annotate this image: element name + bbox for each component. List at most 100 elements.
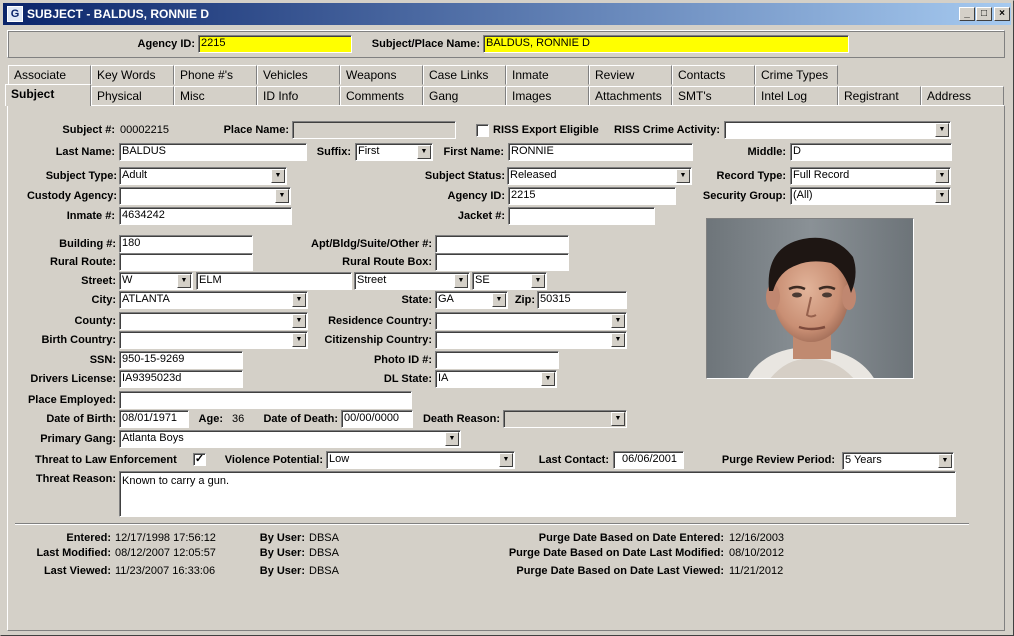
photo-id-field[interactable] (435, 351, 559, 369)
tab-physical[interactable]: Physical (91, 86, 174, 106)
rural-route-field[interactable] (119, 253, 253, 271)
tab-intel-log[interactable]: Intel Log (755, 86, 838, 106)
ssn-label: SSN: (89, 354, 116, 366)
jacket-field[interactable] (508, 207, 655, 225)
close-button[interactable]: × (994, 7, 1010, 21)
record-type-label: Record Type: (716, 170, 786, 182)
riss-crime-select[interactable]: ▼ (724, 121, 951, 139)
street-type-select[interactable]: Street ▼ (354, 272, 470, 290)
place-employed-field[interactable] (119, 391, 412, 409)
violence-potential-value: Low (329, 453, 350, 465)
subject-status-select[interactable]: Released ▼ (507, 167, 692, 185)
subject-type-select[interactable]: Adult ▼ (119, 167, 287, 185)
chevron-down-icon[interactable]: ▼ (492, 293, 506, 307)
chevron-down-icon[interactable]: ▼ (935, 189, 949, 203)
residence-country-select[interactable]: ▼ (435, 312, 627, 330)
chevron-down-icon[interactable]: ▼ (541, 372, 555, 386)
minimize-button[interactable]: _ (959, 7, 975, 21)
primary-gang-select[interactable]: Atlanta Boys ▼ (119, 430, 461, 448)
threat-reason-textarea[interactable]: Known to carry a gun. (119, 471, 956, 517)
header-agency-id-field[interactable]: 2215 (198, 35, 352, 53)
header-subject-place-field[interactable]: BALDUS, RONNIE D (483, 35, 849, 53)
chevron-down-icon[interactable]: ▼ (445, 432, 459, 446)
tab-case-links[interactable]: Case Links (423, 65, 506, 85)
chevron-down-icon[interactable]: ▼ (611, 314, 625, 328)
record-type-select[interactable]: Full Record ▼ (790, 167, 951, 185)
tab-key-words[interactable]: Key Words (91, 65, 174, 85)
chevron-down-icon[interactable]: ▼ (611, 412, 625, 426)
chevron-down-icon[interactable]: ▼ (417, 145, 431, 159)
rural-box-field[interactable] (435, 253, 569, 271)
chevron-down-icon[interactable]: ▼ (454, 274, 468, 288)
tab-images[interactable]: Images (506, 86, 589, 106)
citizenship-country-select[interactable]: ▼ (435, 331, 627, 349)
title-bar[interactable]: G SUBJECT - BALDUS, RONNIE D _ □ × (3, 3, 1011, 25)
subject-type-value: Adult (122, 169, 148, 181)
purge-review-select[interactable]: 5 Years ▼ (842, 452, 954, 470)
tab-gang[interactable]: Gang (423, 86, 506, 106)
custody-agency-select[interactable]: ▼ (119, 187, 291, 205)
street-post-dir-select[interactable]: SE ▼ (472, 272, 547, 290)
last-name-field[interactable]: BALDUS (119, 143, 307, 161)
chevron-down-icon[interactable]: ▼ (292, 293, 306, 307)
county-select[interactable]: ▼ (119, 312, 308, 330)
tab-subject[interactable]: Subject (5, 84, 91, 106)
tab-crime-types[interactable]: Crime Types (755, 65, 838, 85)
death-reason-select[interactable]: ▼ (503, 410, 627, 428)
security-group-select[interactable]: (All) ▼ (790, 187, 951, 205)
tab-misc[interactable]: Misc (174, 86, 257, 106)
tab-phone-s[interactable]: Phone #'s (174, 65, 257, 85)
chevron-down-icon[interactable]: ▼ (938, 454, 952, 468)
tab-attachments[interactable]: Attachments (589, 86, 672, 106)
last-contact-field[interactable]: 06/06/2001 (613, 451, 684, 469)
riss-export-label: RISS Export Eligible (493, 124, 599, 136)
suffix-select[interactable]: First ▼ (355, 143, 433, 161)
tab-address[interactable]: Address (921, 86, 1004, 106)
threat-le-checkbox[interactable]: ✓ (193, 453, 206, 466)
chevron-down-icon[interactable]: ▼ (275, 189, 289, 203)
tab-registrant[interactable]: Registrant (838, 86, 921, 106)
chevron-down-icon[interactable]: ▼ (935, 123, 949, 137)
chevron-down-icon[interactable]: ▼ (531, 274, 545, 288)
subject-status-label: Subject Status: (424, 170, 505, 182)
chevron-down-icon[interactable]: ▼ (611, 333, 625, 347)
middle-field[interactable]: D (790, 143, 952, 161)
agency-id-field[interactable]: 2215 (508, 187, 676, 205)
tab-weapons[interactable]: Weapons (340, 65, 423, 85)
tab-vehicles[interactable]: Vehicles (257, 65, 340, 85)
chevron-down-icon[interactable]: ▼ (499, 453, 513, 467)
building-field[interactable]: 180 (119, 235, 253, 253)
chevron-down-icon[interactable]: ▼ (676, 169, 690, 183)
chevron-down-icon[interactable]: ▼ (177, 274, 191, 288)
drivers-license-field[interactable]: IA9395023d (119, 370, 243, 388)
violence-potential-select[interactable]: Low ▼ (326, 451, 515, 469)
dob-field[interactable]: 08/01/1971 (119, 410, 189, 428)
dl-state-select[interactable]: IA ▼ (435, 370, 557, 388)
zip-field[interactable]: 50315 (537, 291, 627, 309)
apt-field[interactable] (435, 235, 569, 253)
street-post-dir-value: SE (475, 274, 490, 286)
tab-id-info[interactable]: ID Info (257, 86, 340, 106)
tab-comments[interactable]: Comments (340, 86, 423, 106)
riss-export-checkbox[interactable] (476, 124, 489, 137)
dod-field[interactable]: 00/00/0000 (341, 410, 413, 428)
riss-crime-label: RISS Crime Activity: (614, 124, 720, 136)
tab-inmate[interactable]: Inmate (506, 65, 589, 85)
first-name-field[interactable]: RONNIE (508, 143, 693, 161)
city-select[interactable]: ATLANTA ▼ (119, 291, 308, 309)
chevron-down-icon[interactable]: ▼ (935, 169, 949, 183)
tab-review[interactable]: Review (589, 65, 672, 85)
street-dir-select[interactable]: W ▼ (119, 272, 193, 290)
tab-associate[interactable]: Associate (8, 65, 91, 85)
state-select[interactable]: GA ▼ (435, 291, 508, 309)
ssn-field[interactable]: 950-15-9269 (119, 351, 243, 369)
maximize-button[interactable]: □ (976, 7, 992, 21)
inmate-field[interactable]: 4634242 (119, 207, 292, 225)
purge-review-value: 5 Years (845, 454, 882, 466)
tab-contacts[interactable]: Contacts (672, 65, 755, 85)
tab-smt-s[interactable]: SMT's (672, 86, 755, 106)
place-name-field[interactable] (292, 121, 456, 139)
street-name-field[interactable]: ELM (196, 272, 352, 290)
chevron-down-icon[interactable]: ▼ (271, 169, 285, 183)
birth-country-select[interactable]: ▼ (119, 331, 308, 349)
